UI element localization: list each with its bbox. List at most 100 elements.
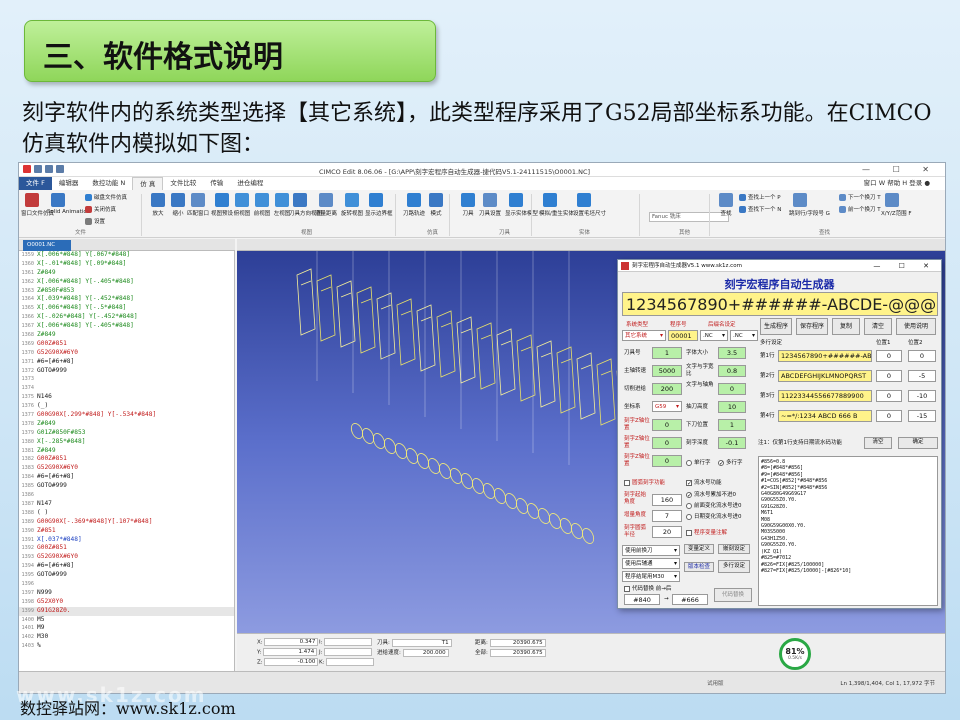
menu-item-6[interactable]: 进仓编程 — [230, 177, 270, 190]
ribbon-button-8[interactable]: 视图预设 — [211, 193, 233, 223]
code-line[interactable]: 1401 M9 — [19, 624, 234, 633]
single-line-radio[interactable]: 单行字 — [686, 458, 711, 466]
window-controls[interactable]: — ☐ ✕ — [862, 165, 939, 174]
menu-item-0[interactable]: 文件 F — [19, 177, 52, 190]
text-gap-input[interactable]: 0.8 — [718, 365, 746, 377]
insert-z3-input[interactable]: 0 — [652, 455, 682, 467]
ribbon-button-17[interactable]: 模式 — [425, 193, 447, 223]
code-line[interactable]: 1403% — [19, 642, 234, 651]
row-pos1-input[interactable]: 0 — [876, 410, 902, 422]
code-line[interactable]: 1402 M30 — [19, 633, 234, 642]
code-line[interactable]: 1363 Z#850F#853 — [19, 287, 234, 296]
dialog-button-4[interactable]: 使用说明 — [896, 318, 936, 335]
code-line[interactable]: 1389 G00G90X[-.369*#848]Y[.107*#848] — [19, 518, 234, 527]
font-size-input[interactable]: 3.5 — [718, 347, 746, 359]
code-line[interactable]: 1397 N999 — [19, 589, 234, 598]
code-line[interactable]: 1360 X[-.01*#848] Y[.09*#848] — [19, 260, 234, 269]
ribbon-button-28[interactable]: 前一个换刀 T — [839, 205, 887, 235]
file-tab[interactable]: O0001.NC — [23, 240, 71, 251]
ribbon-button-20[interactable]: 显示实体模型 — [505, 193, 538, 223]
prog-annot-checkbox[interactable]: 程序变量注解 — [686, 528, 727, 536]
suffix-select-1[interactable]: .NC — [700, 330, 728, 341]
code-line[interactable]: 1366 X[-.026*#848] Y[-.452*#848] — [19, 313, 234, 322]
row-pos2-input[interactable]: 0 — [908, 350, 936, 362]
generated-code-box[interactable]: #856=0.8 #8=[#848*#856] #9=[#848*#856] #1=C… — [758, 456, 938, 606]
ribbon-button-19[interactable]: 刀具设置 — [479, 193, 501, 223]
menu-item-5[interactable]: 传输 — [203, 177, 230, 190]
code-line[interactable]: 1400 M5 — [19, 616, 234, 625]
code-line[interactable]: 1370 G52G90X#6Y0 — [19, 349, 234, 358]
code-line[interactable]: 1383 G52G90X#6Y0 — [19, 464, 234, 473]
ribbon-button-15[interactable]: 显示边界框 — [365, 193, 393, 223]
code-line[interactable]: 1382 G00Z#851 — [19, 455, 234, 464]
ribbon-button-13[interactable]: 测量距离 — [315, 193, 337, 223]
code-line[interactable]: 1387 N147 — [19, 500, 234, 509]
code-line[interactable]: 1377 G00G90X[.299*#848] Y[-.534*#848] — [19, 411, 234, 420]
insert-z2-input[interactable]: 0 — [652, 437, 682, 449]
code-line[interactable]: 1379 G01Z#850F#853 — [19, 429, 234, 438]
code-line[interactable]: 1375 N146 — [19, 393, 234, 402]
multi-set-button[interactable]: 多行设定 — [718, 560, 750, 573]
code-line[interactable]: 1359 X[.006*#848] Y[.067*#848] — [19, 251, 234, 260]
code-line[interactable]: 1371 #6=[#6+#8] — [19, 358, 234, 367]
suffix-select-2[interactable]: .NC — [730, 330, 758, 341]
serial-option-3[interactable]: 日期变化流水号进0 — [686, 512, 742, 520]
coord-select[interactable]: G59 — [652, 401, 682, 412]
code-line[interactable]: 1381 Z#849 — [19, 447, 234, 456]
menu-item-3[interactable]: 仿 真 — [132, 177, 164, 190]
code-line[interactable]: 1374 — [19, 384, 234, 393]
code-line[interactable]: 1378 Z#849 — [19, 420, 234, 429]
code-line[interactable]: 1388( ) — [19, 509, 234, 518]
ok-button[interactable]: 确定 — [898, 437, 938, 449]
ribbon-button-22[interactable]: 设置毛坯尺寸 — [573, 193, 606, 223]
code-line[interactable]: 1380 X[-.285*#848] — [19, 438, 234, 447]
multi-line-radio[interactable]: 多行字 — [718, 458, 743, 466]
code-line[interactable]: 1373 — [19, 375, 234, 384]
system-type-select[interactable]: 其它系统 — [622, 330, 666, 341]
row-pos1-input[interactable]: 0 — [876, 370, 902, 382]
dialog-button-2[interactable]: 复制 — [832, 318, 860, 335]
row-text-input[interactable]: ABCDEFGHIJKLMNOPQRST — [778, 370, 872, 382]
menu-item-2[interactable]: 数控功能 N — [85, 177, 132, 190]
menu-user-area[interactable]: 窗口 W 帮助 H 登录 ● — [857, 177, 937, 190]
ribbon-button-1[interactable]: Solid Animation — [47, 193, 90, 223]
code-line[interactable]: 1394 #6=[#6+#8] — [19, 562, 234, 571]
replace-to-input[interactable]: #666 — [672, 594, 708, 605]
code-line[interactable]: 1376 (_) — [19, 402, 234, 411]
code-line[interactable]: 1392 G00Z#851 — [19, 544, 234, 553]
safe-height-input[interactable]: 10 — [718, 401, 746, 413]
code-replace-checkbox[interactable]: 代码替换 前→后 — [624, 584, 671, 592]
down-pos-input[interactable]: 1 — [718, 419, 746, 431]
row-pos1-input[interactable]: 0 — [876, 390, 902, 402]
code-editor[interactable]: 1359 X[.006*#848] Y[.067*#848] 1360 X[-.01*… — [19, 251, 235, 671]
row-pos2-input[interactable]: -15 — [908, 410, 936, 422]
ribbon-button-21[interactable]: 模拟/重生实体 — [539, 193, 574, 223]
ribbon-button-0[interactable]: 窗口文件仿真 — [21, 193, 54, 223]
quick-access-toolbar[interactable] — [23, 165, 83, 175]
start-angle-input[interactable]: 160 — [652, 494, 682, 506]
dialog-button-1[interactable]: 保存程序 — [796, 318, 828, 335]
ribbon-button-23[interactable]: 查找 — [715, 193, 737, 223]
ribbon-button-25[interactable]: 查找下一个 N — [739, 205, 787, 235]
code-replace-button[interactable]: 代码替换 — [714, 588, 752, 602]
row-text-input[interactable]: 11223344556677889900 — [778, 390, 872, 402]
serial-checkbox[interactable]: 流水号功能 — [686, 478, 722, 486]
code-line[interactable]: 1372 GOTO#999 — [19, 367, 234, 376]
redo-icon[interactable] — [56, 165, 64, 173]
dialog-window-controls[interactable]: — ☐ ✕ — [873, 260, 937, 272]
version-check-button[interactable]: 版本检查 — [684, 562, 714, 572]
row-pos2-input[interactable]: -5 — [908, 370, 936, 382]
code-line[interactable]: 1364 X[.039*#848] Y[-.452*#848] — [19, 295, 234, 304]
ribbon-button-9[interactable]: 俯视图 — [231, 193, 253, 223]
menu-item-1[interactable]: 编辑器 — [52, 177, 86, 190]
replace-from-input[interactable]: #840 — [624, 594, 660, 605]
text-angle-input[interactable]: 0 — [718, 383, 746, 395]
serial-option-1[interactable]: 流水号累加不进0 — [686, 490, 736, 498]
code-line[interactable]: 1365 X[.006*#848] Y[-.5*#848] — [19, 304, 234, 313]
cut-feed-input[interactable]: 200 — [652, 383, 682, 395]
ribbon-button-29[interactable]: X/Y/Z范围 F — [881, 193, 912, 223]
dialog-button-3[interactable]: 清空 — [864, 318, 892, 335]
row-pos2-input[interactable]: -10 — [908, 390, 936, 402]
radius-input[interactable]: 20 — [652, 526, 682, 538]
insert-z1-input[interactable]: 0 — [652, 419, 682, 431]
